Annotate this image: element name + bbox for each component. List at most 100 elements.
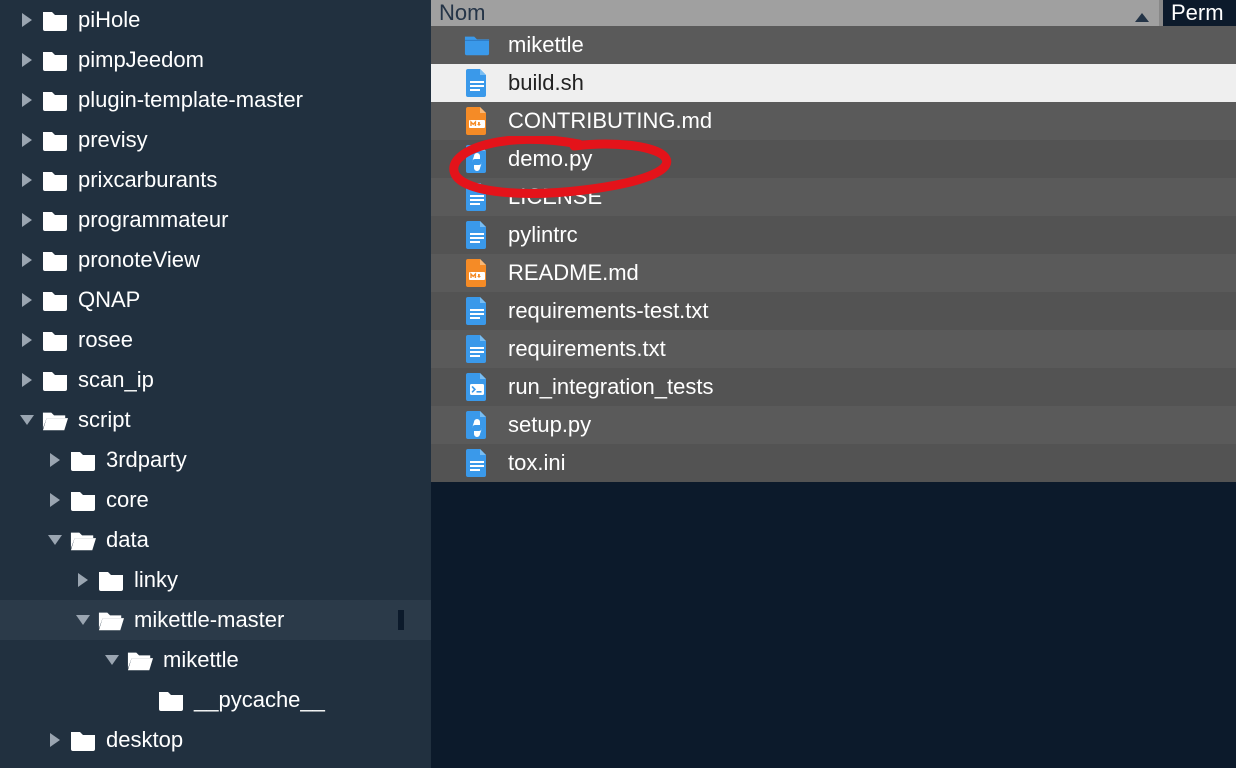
folder-icon xyxy=(158,689,184,711)
column-header-perm[interactable]: Perm xyxy=(1159,0,1236,26)
tree-item[interactable]: plugin-template-master xyxy=(0,80,431,120)
file-name-label: README.md xyxy=(508,260,639,286)
file-row[interactable]: README.md xyxy=(431,254,1236,292)
tree-item-label: pimpJeedom xyxy=(78,49,204,71)
folder-tree: piHole pimpJeedom plugin-template-master pr… xyxy=(0,0,431,768)
chevron-down-icon[interactable] xyxy=(74,611,92,629)
column-header-name-label: Nom xyxy=(439,0,485,26)
folder-icon xyxy=(42,329,68,351)
tree-item-label: linky xyxy=(134,569,178,591)
chevron-right-icon[interactable] xyxy=(46,731,64,749)
chevron-right-icon[interactable] xyxy=(18,251,36,269)
file-row[interactable]: requirements-test.txt xyxy=(431,292,1236,330)
tree-item[interactable]: desktop xyxy=(0,720,431,760)
file-name-label: mikettle xyxy=(508,32,584,58)
folder-open-icon xyxy=(98,609,124,631)
document-icon xyxy=(464,68,490,98)
document-icon xyxy=(464,334,490,364)
file-name-label: LICENSE xyxy=(508,184,602,210)
sort-ascending-icon xyxy=(1135,13,1149,22)
file-row[interactable]: setup.py xyxy=(431,406,1236,444)
file-row[interactable]: build.sh xyxy=(431,64,1236,102)
markdown-icon xyxy=(464,106,490,136)
file-pane: Nom Perm mikettle build.sh CONTRIBUTING.… xyxy=(431,0,1236,768)
chevron-right-icon[interactable] xyxy=(46,451,64,469)
file-row[interactable]: LICENSE xyxy=(431,178,1236,216)
folder-icon xyxy=(42,9,68,31)
shell-script-icon xyxy=(464,372,490,402)
markdown-icon xyxy=(464,258,490,288)
tree-item[interactable]: pimpJeedom xyxy=(0,40,431,80)
tree-item-label: programmateur xyxy=(78,209,228,231)
tree-item[interactable]: rosee xyxy=(0,320,431,360)
file-name-label: setup.py xyxy=(508,412,591,438)
tree-item[interactable]: __pycache__ xyxy=(0,680,431,720)
column-header-perm-label: Perm xyxy=(1171,0,1224,26)
tree-item[interactable]: scan_ip xyxy=(0,360,431,400)
tree-item[interactable]: data xyxy=(0,520,431,560)
tree-item-label: rosee xyxy=(78,329,133,351)
chevron-right-icon[interactable] xyxy=(18,211,36,229)
column-header-name[interactable]: Nom xyxy=(431,0,1159,26)
tree-item[interactable]: mikettle-master xyxy=(0,600,431,640)
chevron-right-icon[interactable] xyxy=(18,11,36,29)
folder-icon xyxy=(42,49,68,71)
file-name-label: requirements-test.txt xyxy=(508,298,709,324)
file-row[interactable]: tox.ini xyxy=(431,444,1236,482)
empty-space xyxy=(431,482,1236,768)
document-icon xyxy=(464,296,490,326)
selection-handle xyxy=(398,610,404,630)
chevron-down-icon[interactable] xyxy=(46,531,64,549)
file-row[interactable]: CONTRIBUTING.md xyxy=(431,102,1236,140)
tree-item-label: plugin-template-master xyxy=(78,89,303,111)
file-row[interactable]: run_integration_tests xyxy=(431,368,1236,406)
chevron-right-icon[interactable] xyxy=(18,291,36,309)
tree-item-label: 3rdparty xyxy=(106,449,187,471)
chevron-right-icon[interactable] xyxy=(18,91,36,109)
file-name-label: demo.py xyxy=(508,146,592,172)
tree-item-label: data xyxy=(106,529,149,551)
chevron-down-icon[interactable] xyxy=(103,651,121,669)
tree-item[interactable]: core xyxy=(0,480,431,520)
folder-icon xyxy=(42,129,68,151)
chevron-right-icon[interactable] xyxy=(18,131,36,149)
folder-icon xyxy=(70,729,96,751)
file-row[interactable]: demo.py xyxy=(431,140,1236,178)
folder-icon xyxy=(42,369,68,391)
folder-open-icon xyxy=(70,529,96,551)
column-header-row: Nom Perm xyxy=(431,0,1236,26)
tree-item[interactable]: programmateur xyxy=(0,200,431,240)
file-row[interactable]: requirements.txt xyxy=(431,330,1236,368)
document-icon xyxy=(464,220,490,250)
tree-item-label: previsy xyxy=(78,129,148,151)
tree-item[interactable]: linky xyxy=(0,560,431,600)
tree-item-label: __pycache__ xyxy=(194,689,325,711)
chevron-right-icon[interactable] xyxy=(46,491,64,509)
folder-open-icon xyxy=(127,649,153,671)
document-icon xyxy=(464,182,490,212)
chevron-right-icon[interactable] xyxy=(18,331,36,349)
tree-item-label: core xyxy=(106,489,149,511)
chevron-right-icon[interactable] xyxy=(18,371,36,389)
file-list: mikettle build.sh CONTRIBUTING.md demo.p… xyxy=(431,26,1236,482)
file-name-label: requirements.txt xyxy=(508,336,666,362)
tree-item[interactable]: prixcarburants xyxy=(0,160,431,200)
file-row[interactable]: mikettle xyxy=(431,26,1236,64)
tree-item[interactable]: 3rdparty xyxy=(0,440,431,480)
python-icon xyxy=(464,410,490,440)
file-name-label: CONTRIBUTING.md xyxy=(508,108,712,134)
tree-item[interactable]: QNAP xyxy=(0,280,431,320)
tree-item[interactable]: piHole xyxy=(0,0,431,40)
document-icon xyxy=(464,448,490,478)
tree-item[interactable]: pronoteView xyxy=(0,240,431,280)
tree-item[interactable]: script xyxy=(0,400,431,440)
tree-item[interactable]: mikettle xyxy=(0,640,431,680)
chevron-right-icon[interactable] xyxy=(18,171,36,189)
folder-icon xyxy=(42,169,68,191)
tree-item-label: mikettle xyxy=(163,649,239,671)
chevron-right-icon[interactable] xyxy=(74,571,92,589)
chevron-right-icon[interactable] xyxy=(18,51,36,69)
file-row[interactable]: pylintrc xyxy=(431,216,1236,254)
chevron-down-icon[interactable] xyxy=(18,411,36,429)
tree-item[interactable]: previsy xyxy=(0,120,431,160)
